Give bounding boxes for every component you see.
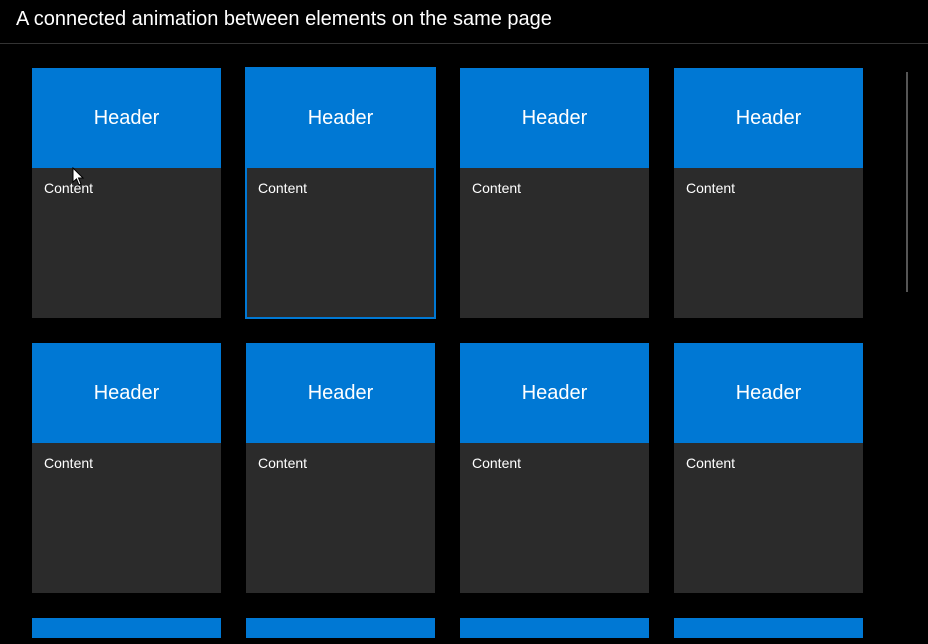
card-item[interactable]: Header Content bbox=[460, 68, 649, 318]
card-content: Content bbox=[674, 168, 863, 318]
card-item[interactable]: Header Content bbox=[674, 343, 863, 593]
card-header bbox=[674, 618, 863, 638]
card-item[interactable] bbox=[460, 618, 649, 638]
card-item[interactable]: Header Content bbox=[32, 343, 221, 593]
card-item[interactable]: Header Content bbox=[246, 343, 435, 593]
card-content: Content bbox=[32, 168, 221, 318]
card-header: Header bbox=[460, 343, 649, 443]
card-header bbox=[32, 618, 221, 638]
card-item[interactable] bbox=[246, 618, 435, 638]
card-item[interactable] bbox=[674, 618, 863, 638]
card-item[interactable]: Header Content bbox=[246, 68, 435, 318]
card-header: Header bbox=[32, 68, 221, 168]
card-content: Content bbox=[246, 168, 435, 318]
card-header: Header bbox=[460, 68, 649, 168]
card-header: Header bbox=[674, 343, 863, 443]
card-grid: Header Content Header Content Header Con… bbox=[0, 44, 928, 638]
card-item[interactable]: Header Content bbox=[460, 343, 649, 593]
card-content: Content bbox=[674, 443, 863, 593]
card-header bbox=[460, 618, 649, 638]
card-header: Header bbox=[246, 68, 435, 168]
card-item[interactable]: Header Content bbox=[674, 68, 863, 318]
card-item[interactable] bbox=[32, 618, 221, 638]
page-title: A connected animation between elements o… bbox=[0, 0, 928, 44]
card-header: Header bbox=[246, 343, 435, 443]
card-item[interactable]: Header Content bbox=[32, 68, 221, 318]
card-header bbox=[246, 618, 435, 638]
card-content: Content bbox=[32, 443, 221, 593]
card-header: Header bbox=[674, 68, 863, 168]
card-content: Content bbox=[460, 443, 649, 593]
scrollbar[interactable] bbox=[906, 72, 908, 292]
card-header: Header bbox=[32, 343, 221, 443]
card-content: Content bbox=[246, 443, 435, 593]
card-content: Content bbox=[460, 168, 649, 318]
